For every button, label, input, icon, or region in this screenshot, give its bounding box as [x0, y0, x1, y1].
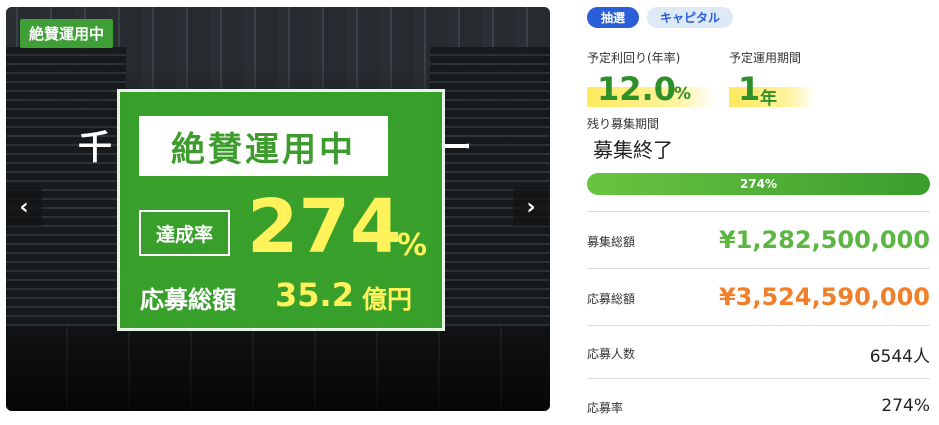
yield-label: 予定利回り(年率): [587, 51, 681, 65]
detail-row-rate: 応募率 274%: [587, 378, 930, 424]
remaining-value: 募集終了: [593, 138, 673, 162]
background-title-left: 千: [78, 128, 114, 168]
detail-value: 6544人: [869, 347, 930, 367]
chevron-right-icon: ›: [526, 194, 536, 220]
period-label: 予定運用期間: [729, 51, 802, 65]
yield-unit: %: [674, 84, 692, 104]
detail-value: ¥1,282,500,000: [718, 226, 930, 254]
detail-value: 274%: [881, 396, 930, 416]
promo-card: 絶賛運用中 達成率 274 % 応募総額 35.2 億円: [117, 89, 445, 331]
total-applied-unit: 億円: [362, 285, 413, 314]
achievement-rate-unit: %: [397, 228, 428, 263]
detail-value: ¥3,524,590,000: [718, 283, 930, 311]
total-applied-label: 応募総額: [140, 286, 236, 314]
detail-key: 応募総額: [587, 292, 636, 306]
detail-key: 募集総額: [587, 235, 636, 249]
chevron-left-icon: ‹: [19, 194, 29, 220]
tag-lottery: 抽選: [587, 7, 639, 28]
hero-image: 絶賛運用中 千 ー 絶賛運用中 達成率 274 % 応募総額 35.2 億円: [6, 7, 550, 411]
prev-slide-button[interactable]: ‹: [6, 188, 42, 226]
progress-label: 274%: [739, 177, 778, 191]
floor: [6, 326, 550, 411]
status-badge: 絶賛運用中: [20, 19, 114, 48]
total-applied-value: 35.2: [275, 276, 354, 314]
detail-row-target: 募集総額 ¥1,282,500,000: [587, 211, 930, 269]
period-unit: 年: [760, 89, 777, 109]
progress-bar: 274%: [587, 173, 930, 195]
achievement-rate-value: 274: [247, 184, 402, 270]
promo-banner: 絶賛運用中: [139, 116, 388, 176]
next-slide-button[interactable]: ›: [513, 188, 549, 226]
remaining-label: 残り募集期間: [587, 117, 660, 131]
achievement-rate-label: 達成率: [139, 210, 230, 256]
detail-row-applied: 応募総額 ¥3,524,590,000: [587, 268, 930, 326]
tag-capital: キャピタル: [647, 7, 733, 28]
detail-row-applicants: 応募人数 6544人: [587, 325, 930, 379]
detail-key: 応募人数: [587, 347, 636, 361]
detail-key: 応募率: [587, 401, 624, 415]
period-value: 1: [738, 70, 761, 108]
yield-value: 12.0: [597, 70, 676, 108]
